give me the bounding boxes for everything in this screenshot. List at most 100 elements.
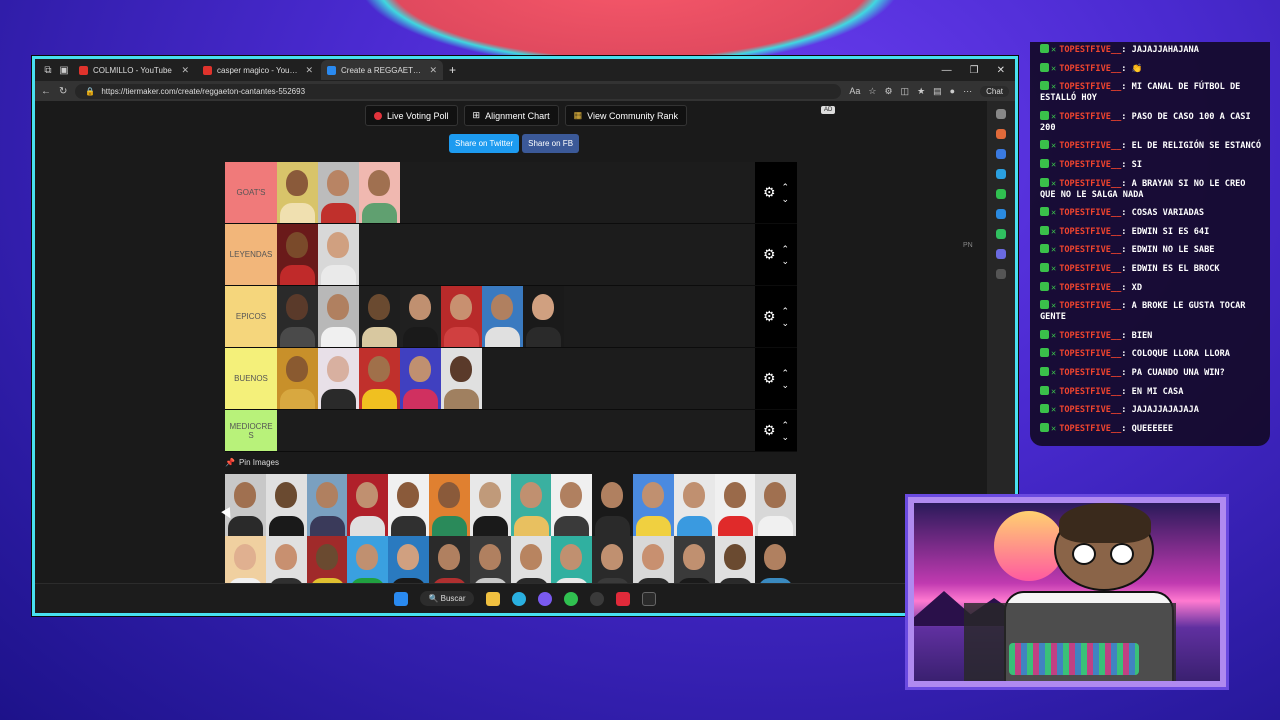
chat-username[interactable]: TOPESTFIVE__ xyxy=(1059,179,1121,189)
tier-image[interactable] xyxy=(359,162,400,223)
tier-items[interactable] xyxy=(277,410,755,451)
share-twitter-button[interactable]: Share on Twitter xyxy=(449,134,520,153)
tier-image[interactable] xyxy=(277,162,318,223)
tier-image[interactable] xyxy=(306,536,348,586)
tier-image[interactable] xyxy=(388,474,429,536)
chevron-up-icon[interactable]: ⌃ xyxy=(782,181,790,193)
tier-image[interactable] xyxy=(673,536,715,586)
chat-username[interactable]: TOPESTFIVE__ xyxy=(1059,160,1121,170)
add-sidebar-icon[interactable] xyxy=(996,269,1006,279)
browser-tab[interactable]: casper magico - YouTube ✕ xyxy=(197,60,319,80)
minimize-icon[interactable]: — xyxy=(942,65,952,76)
tier-image[interactable] xyxy=(277,224,318,285)
spotify-taskbar-icon[interactable] xyxy=(563,591,578,606)
spotify-icon[interactable] xyxy=(996,189,1006,199)
profile-avatar[interactable]: ● xyxy=(950,86,955,96)
telegram-icon[interactable] xyxy=(996,209,1006,219)
tier-image[interactable] xyxy=(265,474,307,536)
tier-image[interactable] xyxy=(318,348,359,409)
close-tab-icon[interactable]: ✕ xyxy=(429,65,437,76)
gear-icon[interactable]: ⚙ xyxy=(763,308,776,325)
live-voting-button[interactable]: Live Voting Poll xyxy=(365,105,458,126)
url-field[interactable]: 🔒 https://tiermaker.com/create/reggaeton… xyxy=(75,83,842,99)
chevron-down-icon[interactable]: ⌄ xyxy=(782,193,790,205)
outlook-icon[interactable] xyxy=(996,169,1006,179)
tier-image[interactable] xyxy=(318,224,359,285)
tier-image[interactable] xyxy=(277,286,318,347)
tier-image[interactable] xyxy=(523,286,564,347)
chevron-down-icon[interactable]: ⌄ xyxy=(782,379,790,391)
ad-badge[interactable]: AD xyxy=(821,106,836,114)
tier-image[interactable] xyxy=(551,474,593,536)
browser-tab[interactable]: COLMILLO - YouTube ✕ xyxy=(73,60,195,80)
tier-image[interactable] xyxy=(400,348,441,409)
back-icon[interactable]: ← xyxy=(41,86,51,97)
chat-username[interactable]: TOPESTFIVE__ xyxy=(1059,64,1121,74)
chat-username[interactable]: TOPESTFIVE__ xyxy=(1059,45,1121,55)
tier-image[interactable] xyxy=(359,286,400,347)
tools-icon[interactable] xyxy=(996,149,1006,159)
tier-label[interactable]: MEDIOCRES xyxy=(225,410,277,451)
chat-username[interactable]: TOPESTFIVE__ xyxy=(1059,82,1121,92)
refresh-icon[interactable]: ↻ xyxy=(59,86,67,97)
tier-image[interactable] xyxy=(428,474,470,536)
tier-label[interactable]: EPICOS xyxy=(225,286,277,347)
epic-games-icon[interactable] xyxy=(641,591,656,606)
chevron-down-icon[interactable]: ⌄ xyxy=(782,255,790,267)
favorite-star-icon[interactable]: ☆ xyxy=(868,86,876,97)
tier-image[interactable] xyxy=(306,474,348,536)
tier-image[interactable] xyxy=(265,536,307,586)
file-explorer-icon[interactable] xyxy=(485,591,500,606)
discord-icon[interactable] xyxy=(537,591,552,606)
edge-icon[interactable] xyxy=(511,591,526,606)
tier-image[interactable] xyxy=(388,536,429,586)
chevron-up-icon[interactable]: ⌃ xyxy=(782,305,790,317)
shopping-icon[interactable] xyxy=(996,129,1006,139)
reader-icon[interactable]: Aa xyxy=(849,86,860,96)
tier-image[interactable] xyxy=(482,286,523,347)
taskbar-search[interactable]: 🔍 Buscar xyxy=(420,591,474,606)
tier-image[interactable] xyxy=(400,286,441,347)
tier-image[interactable] xyxy=(510,536,552,586)
tier-label[interactable]: BUENOS xyxy=(225,348,277,409)
tier-image[interactable] xyxy=(318,162,359,223)
chat-username[interactable]: TOPESTFIVE__ xyxy=(1059,227,1121,237)
chat-username[interactable]: TOPESTFIVE__ xyxy=(1059,112,1121,122)
tier-image[interactable] xyxy=(592,474,633,536)
chat-username[interactable]: TOPESTFIVE__ xyxy=(1059,349,1121,359)
chat-username[interactable]: TOPESTFIVE__ xyxy=(1059,424,1121,434)
tier-image[interactable] xyxy=(551,536,593,586)
tier-image[interactable] xyxy=(277,348,318,409)
search-sidebar-icon[interactable] xyxy=(996,109,1006,119)
chevron-up-icon[interactable]: ⌃ xyxy=(782,243,790,255)
chat-username[interactable]: TOPESTFIVE__ xyxy=(1059,331,1121,341)
tier-image[interactable] xyxy=(714,536,756,586)
tier-image[interactable] xyxy=(225,474,266,536)
tier-image[interactable] xyxy=(714,474,756,536)
close-tab-icon[interactable]: ✕ xyxy=(305,65,313,76)
tier-image[interactable] xyxy=(469,474,511,536)
chat-username[interactable]: TOPESTFIVE__ xyxy=(1059,283,1121,293)
tier-items[interactable] xyxy=(277,348,755,409)
tier-image[interactable] xyxy=(347,474,389,536)
collections-icon[interactable]: ▤ xyxy=(933,86,942,97)
tier-label[interactable]: LEYENDAS xyxy=(225,224,277,285)
more-options-icon[interactable]: ⋯ xyxy=(963,86,972,97)
tier-items[interactable] xyxy=(277,162,755,223)
browser-tab[interactable]: Create a REGGAETON CANTANTE ✕ xyxy=(321,60,443,80)
chevron-up-icon[interactable]: ⌃ xyxy=(782,419,790,431)
workspaces-icon[interactable]: ⧉ xyxy=(41,63,55,77)
chat-username[interactable]: TOPESTFIVE__ xyxy=(1059,208,1121,218)
tier-image[interactable] xyxy=(632,536,674,586)
community-rank-button[interactable]: ▦ View Community Rank xyxy=(564,105,688,126)
chat-username[interactable]: TOPESTFIVE__ xyxy=(1059,405,1121,415)
obs-icon[interactable] xyxy=(589,591,604,606)
close-tab-icon[interactable]: ✕ xyxy=(181,65,189,76)
tier-image[interactable] xyxy=(359,348,400,409)
tier-image[interactable] xyxy=(755,536,797,586)
tier-items[interactable] xyxy=(277,224,755,285)
tier-image[interactable] xyxy=(469,536,511,586)
favorites-icon[interactable]: ★ xyxy=(917,86,925,97)
chevron-down-icon[interactable]: ⌄ xyxy=(782,431,790,443)
windows-start-icon[interactable] xyxy=(394,591,409,606)
